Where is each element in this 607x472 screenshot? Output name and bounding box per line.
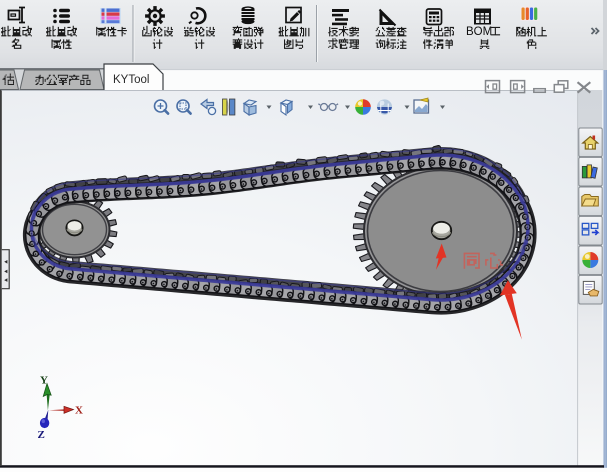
svg-text:BOM: BOM — [466, 26, 492, 38]
svg-text:Y: Y — [40, 375, 48, 387]
svg-text:X: X — [75, 405, 83, 417]
svg-text:KYTool: KYTool — [113, 74, 149, 86]
svg-text:Z: Z — [38, 429, 45, 441]
